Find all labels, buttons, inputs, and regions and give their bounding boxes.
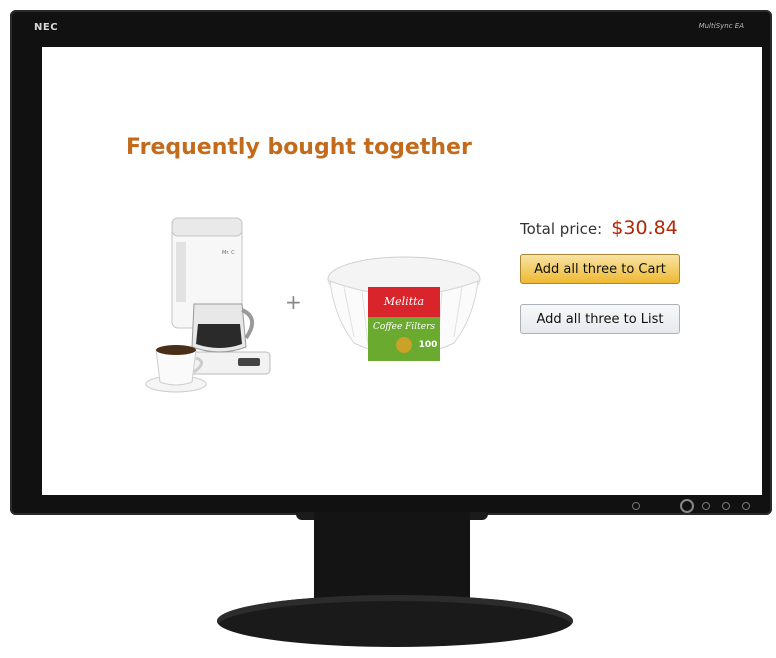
svg-text:Mr. C: Mr. C <box>222 250 235 256</box>
monitor-stand-base <box>217 595 573 647</box>
monitor-screen: Frequently bought together Mr. C + Melit… <box>42 47 762 495</box>
monitor-button-exit[interactable] <box>742 502 750 510</box>
monitor-button-select[interactable] <box>702 502 710 510</box>
power-button-icon[interactable] <box>680 499 694 513</box>
plus-sign: + <box>285 290 302 314</box>
monitor-button-input[interactable] <box>632 502 640 510</box>
coffee-filters-image[interactable]: Melitta Coffee Filters 100 <box>324 247 484 367</box>
filters-count-text: 100 <box>419 340 438 350</box>
filters-product-text: Coffee Filters <box>373 322 435 332</box>
monitor-bezel: NEC MultiSync EA Frequently bought toget… <box>10 10 772 515</box>
monitor-button-adjust[interactable] <box>722 502 730 510</box>
monitor-model-label: MultiSync EA <box>698 22 744 30</box>
total-price-label: Total price: <box>520 220 603 238</box>
monitor-brand-logo: NEC <box>34 22 59 33</box>
add-all-to-cart-button[interactable]: Add all three to Cart <box>520 254 680 284</box>
filters-brand-text: Melitta <box>383 295 424 308</box>
total-price-value: $30.84 <box>611 217 678 239</box>
total-price-row: Total price: $30.84 <box>520 217 678 239</box>
monitor-controls <box>622 490 752 513</box>
section-heading: Frequently bought together <box>126 135 472 160</box>
coffee-maker-image[interactable]: Mr. C <box>142 212 272 397</box>
add-all-to-list-button[interactable]: Add all three to List <box>520 304 680 334</box>
